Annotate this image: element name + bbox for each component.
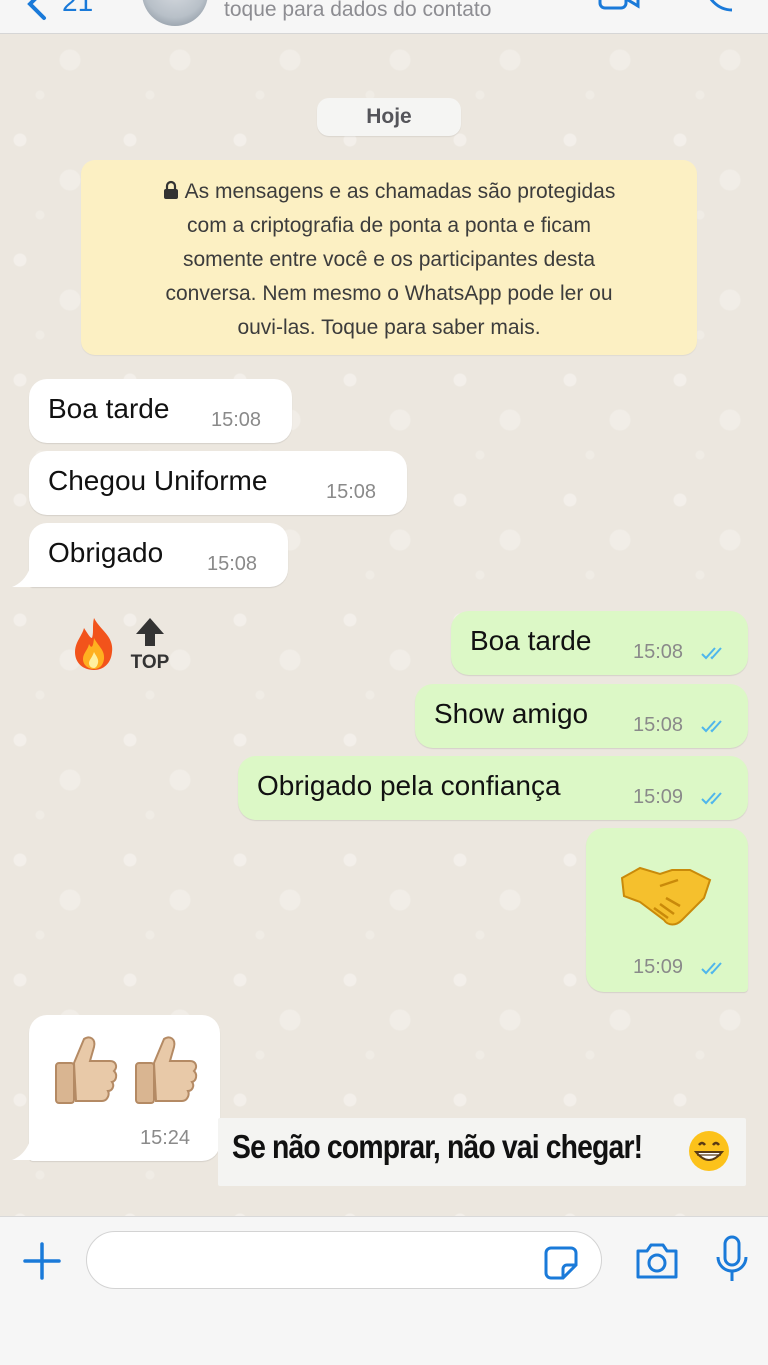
chat-header: 21 toque para dados do contato	[0, 0, 768, 34]
lock-icon	[163, 180, 178, 199]
message-text: Show amigo	[434, 698, 589, 729]
message-time: 15:08	[207, 553, 258, 575]
message-bubble-incoming[interactable]: Boa tarde 15:08	[29, 379, 292, 443]
encryption-notice[interactable]: As mensagens e as chamadas são protegida…	[81, 160, 697, 355]
message-time: 15:08	[211, 409, 262, 431]
contact-avatar[interactable]	[142, 0, 208, 26]
bubble-tail	[12, 1141, 34, 1160]
message-time: 15:09	[633, 786, 684, 808]
encryption-notice-line: somente entre você e os participantes de…	[182, 248, 596, 271]
message-bubble-incoming[interactable]: Obrigado 15:08	[29, 523, 288, 587]
caption-overlay: Se não comprar, não vai chegar!	[218, 1118, 746, 1186]
message-text: Obrigado	[48, 537, 164, 568]
back-chevron-icon[interactable]	[20, 0, 56, 22]
sticker-icon[interactable]	[543, 1245, 579, 1281]
phone-call-icon[interactable]	[700, 0, 736, 12]
plus-icon[interactable]	[22, 1241, 62, 1281]
thumbs-up-emoji-icon	[55, 1036, 118, 1104]
message-bubble-incoming[interactable]: Chegou Uniforme 15:08	[29, 451, 407, 515]
message-bubble-outgoing[interactable]: Boa tarde 15:08	[451, 611, 748, 675]
message-bubble-outgoing[interactable]: Show amigo 15:08	[415, 684, 748, 748]
message-text: Obrigado pela confiança	[257, 770, 561, 801]
message-text: Chegou Uniforme	[48, 465, 268, 496]
message-input[interactable]	[86, 1231, 602, 1289]
encryption-notice-line: com a criptografia de ponta a ponta e fi…	[187, 214, 591, 237]
encryption-notice-line: ouvi-las. Toque para saber mais.	[237, 316, 541, 339]
message-time: 15:09	[633, 956, 684, 978]
top-arrow-emoji-icon: TOP	[131, 618, 170, 672]
date-divider: Hoje	[317, 98, 461, 136]
fire-emoji-icon	[75, 618, 113, 670]
encryption-notice-line: conversa. Nem mesmo o WhatsApp pode ler …	[165, 282, 613, 305]
microphone-icon[interactable]	[714, 1235, 750, 1285]
video-call-icon[interactable]	[598, 0, 640, 12]
caption-text: Se não comprar, não vai chegar!	[232, 1128, 643, 1165]
message-bubble-outgoing[interactable]: Obrigado pela confiança 15:09	[238, 756, 748, 820]
read-ticks-icon	[701, 720, 722, 733]
message-time: 15:08	[326, 481, 377, 503]
message-text: Boa tarde	[470, 625, 592, 656]
message-time: 15:08	[633, 714, 684, 736]
message-time: 15:08	[633, 641, 684, 663]
unread-count[interactable]: 21	[62, 0, 93, 18]
read-ticks-icon	[701, 962, 722, 975]
bubble-tail	[12, 568, 34, 587]
top-label: TOP	[131, 652, 170, 672]
message-time: 15:24	[140, 1127, 191, 1149]
thumbs-up-emoji-icon	[135, 1036, 198, 1104]
message-composer	[0, 1216, 768, 1365]
contact-subtitle[interactable]: toque para dados do contato	[224, 0, 491, 22]
grinning-face-emoji-icon	[689, 1131, 729, 1171]
encryption-notice-line: As mensagens e as chamadas são protegida…	[105, 175, 673, 209]
read-ticks-icon	[701, 792, 722, 805]
read-ticks-icon	[701, 647, 722, 660]
handshake-emoji-icon	[620, 866, 712, 926]
camera-icon[interactable]	[634, 1241, 680, 1281]
message-text: Boa tarde	[48, 393, 170, 424]
